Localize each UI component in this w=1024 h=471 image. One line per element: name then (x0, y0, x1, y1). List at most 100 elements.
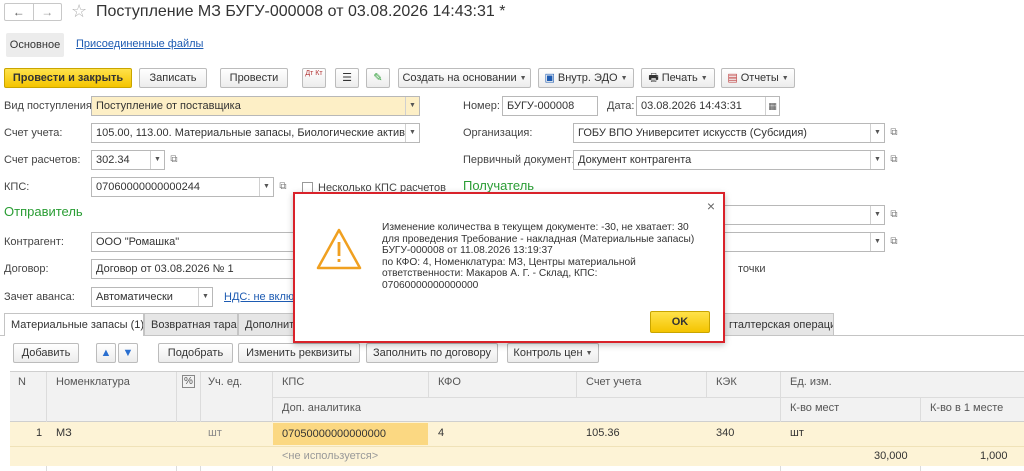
chevron-down-icon[interactable]: ▼ (259, 178, 273, 196)
chevron-down-icon[interactable]: ▼ (870, 233, 884, 251)
col-kek[interactable]: КЭК (716, 372, 737, 392)
kps-select[interactable]: 07060000000000244 ▼ (91, 177, 274, 197)
add-row-button[interactable]: Добавить (13, 343, 79, 363)
pick-button[interactable]: Подобрать (158, 343, 233, 363)
table-row-extra[interactable]: <не используется> 30,000 1,000 (10, 446, 1024, 466)
table-row[interactable]: 1 МЗ шт 07050000000000000 4 105.36 340 ш… (10, 422, 1024, 446)
cell-qty-per-place[interactable]: 1,000 (980, 447, 1008, 465)
col-kps[interactable]: КПС (282, 372, 304, 392)
chevron-down-icon[interactable]: ▼ (405, 124, 419, 142)
tab-returnable-packaging[interactable]: Возвратная тара (144, 313, 238, 335)
percent-icon: % (182, 375, 195, 388)
primary-doc-select[interactable]: Документ контрагента ▼ (573, 150, 885, 170)
col-divider (706, 372, 707, 397)
number-value: БУГУ-000008 (507, 100, 575, 112)
arrow-down-icon: ▼ (122, 347, 134, 359)
col-unit[interactable]: Уч. ед. (208, 372, 242, 392)
number-field[interactable]: БУГУ-000008 (502, 96, 598, 116)
cell-unit[interactable]: шт (208, 422, 222, 444)
chevron-down-icon: ▼ (585, 350, 593, 357)
internal-edo-button[interactable]: ▣ Внутр. ЭДО ▼ (538, 68, 634, 88)
move-down-button[interactable]: ▼ (118, 343, 138, 363)
advance-label: Зачет аванса: (4, 291, 75, 303)
create-based-on-label: Создать на основании (402, 72, 517, 84)
tab-materials[interactable]: Материальные запасы (1) (4, 313, 144, 336)
tab-attached-files[interactable]: Присоединенные файлы (76, 38, 203, 50)
col-qty-per-place[interactable]: К-во в 1 месте (930, 398, 1003, 418)
settlement-select[interactable]: 302.34 ▼ (91, 150, 165, 170)
cell-nomenclature[interactable]: МЗ (56, 422, 72, 444)
col-extra-analytics[interactable]: Доп. аналитика (282, 398, 361, 418)
price-control-button[interactable]: Контроль цен ▼ (507, 343, 599, 363)
recipient-field[interactable]: ▼ (700, 205, 885, 225)
save-button[interactable]: Записать (139, 68, 207, 88)
tab-accounting-operation[interactable]: гталтерская операция (722, 313, 834, 335)
date-field[interactable]: 03.08.2026 14:43:31 ▦ (636, 96, 780, 116)
open-icon[interactable]: ⧉ (276, 177, 290, 197)
col-nomenclature[interactable]: Номенклатура (56, 372, 130, 392)
col-divider (576, 372, 577, 397)
col-unit-measure[interactable]: Ед. изм. (790, 372, 832, 392)
col-n[interactable]: N (18, 372, 26, 392)
open-icon[interactable]: ⧉ (887, 205, 901, 225)
print-button[interactable]: 🖶 Печать ▼ (641, 68, 715, 88)
change-props-button[interactable]: Изменить реквизиты (238, 343, 360, 363)
date-value: 03.08.2026 14:43:31 (641, 100, 742, 112)
reports-button[interactable]: ▤ Отчеты ▼ (721, 68, 795, 88)
chevron-down-icon[interactable]: ▼ (870, 151, 884, 169)
org-select[interactable]: ГОБУ ВПО Университет искусств (Субсидия)… (573, 123, 885, 143)
list-button[interactable]: ☰ (335, 68, 359, 88)
col-kfo[interactable]: КФО (438, 372, 461, 392)
cell-unit-measure[interactable]: шт (790, 422, 804, 444)
open-icon[interactable]: ⧉ (887, 232, 901, 252)
col-account[interactable]: Счет учета (586, 372, 641, 392)
printer-icon: 🖶 (648, 72, 659, 84)
kps-label: КПС: (4, 181, 30, 193)
chevron-down-icon[interactable]: ▼ (405, 97, 419, 115)
post-button[interactable]: Провести (220, 68, 288, 88)
dt-kt-icon: Дт Кт (305, 70, 323, 77)
cell-qty-places[interactable]: 30,000 (874, 447, 908, 465)
chevron-down-icon[interactable]: ▼ (150, 151, 164, 169)
chevron-down-icon[interactable]: ▼ (198, 288, 212, 306)
cell-extra-analytics[interactable]: <не используется> (282, 447, 378, 465)
calendar-icon[interactable]: ▦ (765, 97, 779, 115)
settlement-label: Счет расчетов: (4, 154, 81, 166)
number-label: Номер: (463, 100, 500, 112)
open-icon[interactable]: ⧉ (887, 123, 901, 143)
close-icon[interactable]: × (707, 198, 715, 214)
fill-contract-button[interactable]: Заполнить по договору (366, 343, 498, 363)
tab-main[interactable]: Основное (6, 33, 64, 57)
edit-button[interactable]: ✎ (366, 68, 390, 88)
receipt-type-label: Вид поступления: (4, 100, 95, 112)
forward-button[interactable]: → (32, 4, 62, 20)
cell-kps[interactable]: 07050000000000000 (273, 423, 428, 445)
cell-kek[interactable]: 340 (716, 422, 734, 444)
recipient-field-2[interactable]: ▼ (700, 232, 885, 252)
back-button[interactable]: ← (5, 4, 33, 20)
favorite-star-icon[interactable]: ☆ (71, 1, 87, 21)
receipt-type-select[interactable]: Поступление от поставщика ▼ (91, 96, 420, 116)
advance-select[interactable]: Автоматически ▼ (91, 287, 213, 307)
chevron-down-icon[interactable]: ▼ (870, 124, 884, 142)
counterparty-field[interactable]: ООО "Ромашка" (91, 232, 301, 252)
col-qty-places[interactable]: К-во мест (790, 398, 839, 418)
open-icon[interactable]: ⧉ (887, 150, 901, 170)
dt-kt-button[interactable]: Дт Кт (302, 68, 326, 88)
vat-link[interactable]: НДС: не включ (224, 287, 294, 307)
cell-n[interactable]: 1 (36, 422, 42, 444)
post-and-close-button[interactable]: Провести и закрыть (4, 68, 132, 88)
chevron-down-icon[interactable]: ▼ (870, 206, 884, 224)
account-select[interactable]: 105.00, 113.00. Материальные запасы, Био… (91, 123, 420, 143)
col-percent[interactable]: % (182, 372, 195, 392)
cell-kfo[interactable]: 4 (438, 422, 444, 444)
tab-additional[interactable]: Дополнит (238, 313, 296, 335)
ok-button[interactable]: OK (650, 311, 710, 333)
settlement-value: 302.34 (96, 154, 130, 166)
open-icon[interactable]: ⧉ (167, 150, 181, 170)
org-value: ГОБУ ВПО Университет искусств (Субсидия) (578, 127, 807, 139)
create-based-on-button[interactable]: Создать на основании ▼ (398, 68, 531, 88)
cell-account[interactable]: 105.36 (586, 422, 620, 444)
move-up-button[interactable]: ▲ (96, 343, 116, 363)
contract-field[interactable]: Договор от 03.08.2026 № 1 (91, 259, 301, 279)
